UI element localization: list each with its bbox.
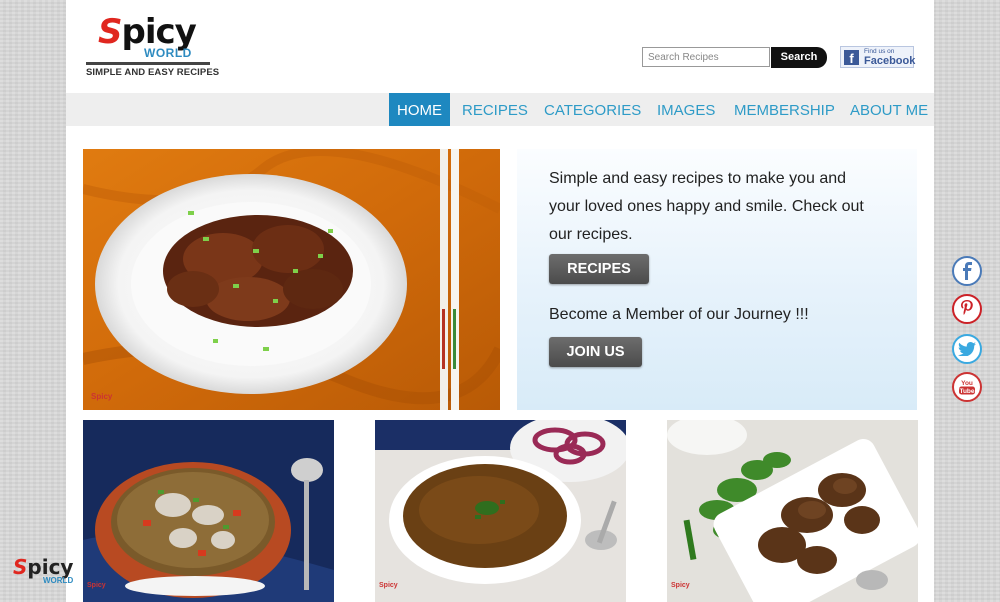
nav-item-recipes[interactable]: RECIPES [462, 93, 528, 126]
page-content: Spicy WORLD SIMPLE AND EASY RECIPES Sear… [66, 0, 934, 602]
hero-intro-text: Simple and easy recipes to make you and … [549, 170, 864, 243]
search-button[interactable]: Search [771, 47, 827, 68]
svg-text:Spicy: Spicy [91, 392, 113, 401]
svg-text:You: You [961, 380, 973, 387]
facebook-big-text: Facebook [864, 55, 916, 67]
search-input[interactable] [642, 47, 770, 67]
recipe-thumbnail-lentil-bowl[interactable] [375, 420, 626, 602]
social-facebook-button[interactable] [952, 256, 982, 286]
social-twitter-button[interactable] [952, 334, 982, 364]
svg-text:Tube: Tube [959, 388, 974, 395]
site-logo[interactable]: Spicy WORLD SIMPLE AND EASY RECIPES [86, 10, 219, 80]
join-us-button[interactable]: JOIN US [549, 337, 642, 367]
social-pinterest-button[interactable] [952, 294, 982, 324]
hero-callout: Simple and easy recipes to make you and … [517, 149, 917, 410]
nav-item-membership[interactable]: MEMBERSHIP [734, 93, 835, 126]
facebook-icon [959, 262, 975, 280]
logo-sub: WORLD [144, 46, 192, 60]
nav-item-about-me[interactable]: ABOUT ME [850, 93, 928, 126]
main-nav: HOME RECIPES CATEGORIES IMAGES MEMBERSHI… [66, 93, 934, 126]
youtube-icon: You Tube [958, 378, 976, 396]
nav-item-images[interactable]: IMAGES [657, 93, 715, 126]
nav-item-home[interactable]: HOME [389, 93, 450, 126]
twitter-icon [958, 342, 976, 356]
social-youtube-button[interactable]: You Tube [952, 372, 982, 402]
recipe-thumbnail-ribs-plate[interactable] [667, 420, 918, 602]
recipe-thumbnail-soup-pot[interactable] [83, 420, 334, 602]
nav-item-categories[interactable]: CATEGORIES [544, 93, 641, 126]
floating-site-logo[interactable]: Spicy WORLD [13, 555, 83, 595]
member-text: Become a Member of our Journey !!! [549, 306, 809, 323]
thumbnail-watermark-1: Spicy [87, 582, 106, 589]
thumbnail-watermark-2: Spicy [379, 582, 398, 589]
floating-logo-sub: WORLD [43, 576, 74, 585]
facebook-small-text: Find us on [864, 48, 895, 55]
site-tagline: SIMPLE AND EASY RECIPES [86, 67, 220, 78]
facebook-badge[interactable]: f Find us on Facebook [840, 46, 916, 68]
thumbnail-watermark-3: Spicy [671, 582, 690, 589]
facebook-icon: f [844, 50, 859, 66]
hero-photo[interactable]: Spicy [83, 149, 500, 410]
logo-divider [86, 62, 210, 65]
pinterest-icon [960, 300, 974, 318]
recipes-button[interactable]: RECIPES [549, 254, 649, 284]
